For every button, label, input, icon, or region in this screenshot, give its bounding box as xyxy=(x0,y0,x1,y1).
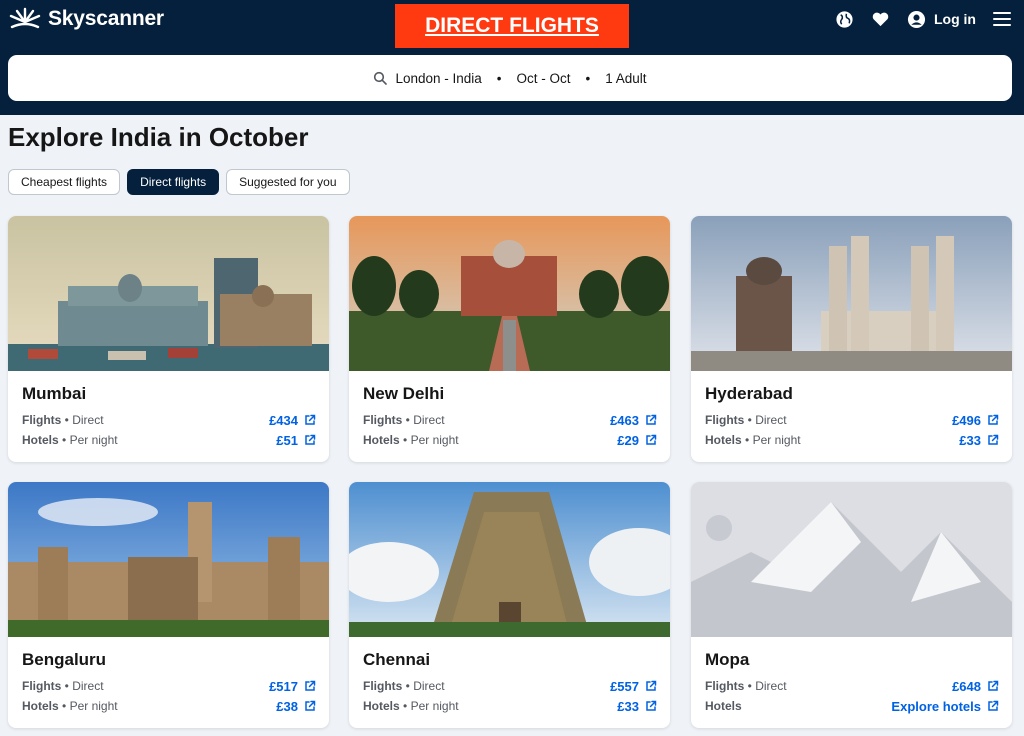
sunburst-logo-icon xyxy=(9,7,41,29)
search-summary-bar[interactable]: London - India • Oct - Oct • 1 Adult xyxy=(8,55,1012,101)
flight-price-link[interactable]: £648 xyxy=(952,679,999,694)
destination-image xyxy=(349,482,670,637)
flights-label: Flights • Direct xyxy=(705,679,787,693)
placeholder-mountain-image xyxy=(691,482,1012,637)
header-actions: Log in xyxy=(834,8,1012,30)
external-link-icon xyxy=(646,434,657,445)
external-link-icon xyxy=(646,680,657,691)
flights-label: Flights • Direct xyxy=(22,679,104,693)
destination-card-chennai[interactable]: Chennai Flights • Direct £557 Hotels • P… xyxy=(349,482,670,728)
city-name: Bengaluru xyxy=(22,650,107,669)
filter-suggested-for-you[interactable]: Suggested for you xyxy=(226,169,350,195)
hotels-label: Hotels • Per night xyxy=(22,433,118,447)
flights-label: Flights • Direct xyxy=(363,413,445,427)
external-link-icon xyxy=(988,414,999,425)
destination-card-mumbai[interactable]: Mumbai Flights • Direct £434 Hotels • Pe… xyxy=(8,216,329,462)
hotel-price-link[interactable]: £33 xyxy=(617,699,657,714)
heart-icon[interactable] xyxy=(870,9,890,29)
login-label: Log in xyxy=(934,11,976,27)
hotels-row: Hotels • Per night £33 xyxy=(363,698,657,714)
flights-label: Flights • Direct xyxy=(22,413,104,427)
search-icon xyxy=(374,71,388,85)
logo-text: Skyscanner xyxy=(48,7,164,30)
search-dates: Oct - Oct xyxy=(516,70,571,86)
hotels-label: Hotels • Per night xyxy=(363,699,459,713)
hotels-row: Hotels • Per night £51 xyxy=(22,432,316,448)
external-link-icon xyxy=(305,680,316,691)
search-route: London - India xyxy=(395,70,482,86)
flights-label: Flights • Direct xyxy=(705,413,787,427)
filter-direct-flights[interactable]: Direct flights xyxy=(127,169,220,195)
filter-chips: Cheapest flights Direct flights Suggeste… xyxy=(8,169,350,195)
city-name: Hyderabad xyxy=(705,384,793,403)
hotel-price-link[interactable]: £51 xyxy=(276,433,316,448)
account-icon xyxy=(906,9,926,29)
flights-label: Flights • Direct xyxy=(363,679,445,693)
city-name: Mumbai xyxy=(22,384,87,403)
hotel-price-link[interactable]: £33 xyxy=(959,433,999,448)
flight-price-link[interactable]: £517 xyxy=(269,679,316,694)
flights-row: Flights • Direct £517 xyxy=(22,678,316,694)
city-name: New Delhi xyxy=(363,384,445,403)
external-link-icon xyxy=(646,414,657,425)
flight-price-link[interactable]: £557 xyxy=(610,679,657,694)
external-link-icon xyxy=(988,680,999,691)
hotel-price-link[interactable]: £29 xyxy=(617,433,657,448)
city-name: Chennai xyxy=(363,650,431,669)
destination-image xyxy=(691,216,1012,371)
flights-row: Flights • Direct £496 xyxy=(705,412,999,428)
separator-dot: • xyxy=(496,70,502,86)
destination-image xyxy=(349,216,670,371)
flights-row: Flights • Direct £648 xyxy=(705,678,999,694)
search-travellers: 1 Adult xyxy=(605,70,647,86)
destination-card-mopa[interactable]: Mopa Flights • Direct £648 Hotels Explor… xyxy=(691,482,1012,728)
flight-price-link[interactable]: £463 xyxy=(610,413,657,428)
explore-hotels-link[interactable]: Explore hotels xyxy=(891,699,999,714)
flights-row: Flights • Direct £434 xyxy=(22,412,316,428)
external-link-icon xyxy=(305,434,316,445)
external-link-icon xyxy=(988,700,999,711)
destination-card-bengaluru[interactable]: Bengaluru Flights • Direct £517 Hotels •… xyxy=(8,482,329,728)
external-link-icon xyxy=(305,700,316,711)
flights-row: Flights • Direct £463 xyxy=(363,412,657,428)
hamburger-menu-icon[interactable] xyxy=(992,9,1012,29)
external-link-icon xyxy=(988,434,999,445)
hotels-label: Hotels • Per night xyxy=(705,433,801,447)
top-navigation-bar: Skyscanner DIRECT FLIGHTS Log in London … xyxy=(0,0,1024,115)
flight-price-link[interactable]: £434 xyxy=(269,413,316,428)
hotels-label: Hotels • Per night xyxy=(22,699,118,713)
hotel-price-link[interactable]: £38 xyxy=(276,699,316,714)
flight-price-link[interactable]: £496 xyxy=(952,413,999,428)
hotels-label: Hotels xyxy=(705,699,742,713)
login-button[interactable]: Log in xyxy=(906,9,976,29)
destination-image xyxy=(8,216,329,371)
page-title: Explore India in October xyxy=(8,122,309,152)
destination-image xyxy=(8,482,329,637)
external-link-icon xyxy=(305,414,316,425)
hotels-row: Hotels Explore hotels xyxy=(705,698,999,714)
city-name: Mopa xyxy=(705,650,750,669)
external-link-icon xyxy=(646,700,657,711)
separator-dot: • xyxy=(585,70,591,86)
hotels-label: Hotels • Per night xyxy=(363,433,459,447)
hotels-row: Hotels • Per night £33 xyxy=(705,432,999,448)
direct-flights-banner: DIRECT FLIGHTS xyxy=(395,4,629,48)
flights-row: Flights • Direct £557 xyxy=(363,678,657,694)
hotels-row: Hotels • Per night £29 xyxy=(363,432,657,448)
globe-icon[interactable] xyxy=(834,9,854,29)
skyscanner-logo[interactable]: Skyscanner xyxy=(8,6,164,32)
destination-card-new-delhi[interactable]: New Delhi Flights • Direct £463 Hotels •… xyxy=(349,216,670,462)
hotels-row: Hotels • Per night £38 xyxy=(22,698,316,714)
destination-card-hyderabad[interactable]: Hyderabad Flights • Direct £496 Hotels •… xyxy=(691,216,1012,462)
filter-cheapest-flights[interactable]: Cheapest flights xyxy=(8,169,121,195)
